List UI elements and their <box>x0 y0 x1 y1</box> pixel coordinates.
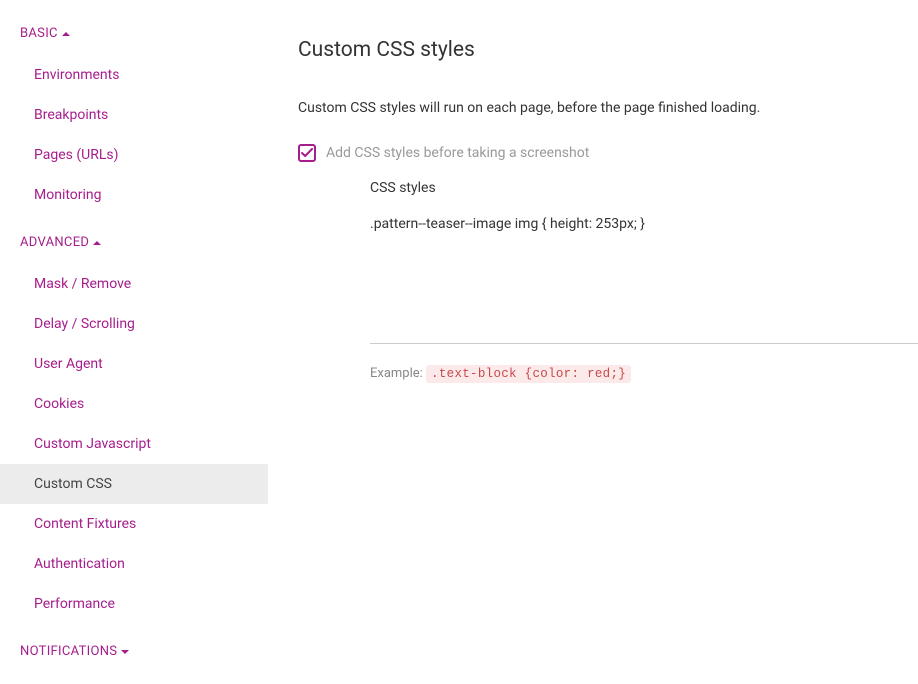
sidebar-item-label: Custom CSS <box>34 476 112 492</box>
sidebar-item-authentication[interactable]: Authentication <box>0 544 268 584</box>
sidebar-item-content-fixtures[interactable]: Content Fixtures <box>0 504 268 544</box>
sidebar-item-mask-remove[interactable]: Mask / Remove <box>0 264 268 304</box>
checkbox-label: Add CSS styles before taking a screensho… <box>326 145 589 161</box>
sidebar-item-custom-javascript[interactable]: Custom Javascript <box>0 424 268 464</box>
main-content: Custom CSS styles Custom CSS styles will… <box>268 0 918 684</box>
sidebar-item-label: Performance <box>34 596 115 612</box>
sidebar-item-monitoring[interactable]: Monitoring <box>0 175 268 215</box>
example-prefix: Example: <box>370 366 426 381</box>
nav-list-basic: Environments Breakpoints Pages (URLs) Mo… <box>0 49 268 227</box>
sidebar-item-label: Environments <box>34 67 119 83</box>
page-title: Custom CSS styles <box>298 38 918 62</box>
field-label: CSS styles <box>370 180 918 196</box>
section-label: ADVANCED <box>20 235 89 250</box>
sidebar-item-label: Mask / Remove <box>34 276 131 292</box>
sidebar-item-user-agent[interactable]: User Agent <box>0 344 268 384</box>
section-label: BASIC <box>20 26 58 41</box>
sidebar-item-cookies[interactable]: Cookies <box>0 384 268 424</box>
sidebar-item-environments[interactable]: Environments <box>0 55 268 95</box>
sidebar-item-custom-css[interactable]: Custom CSS <box>0 464 268 504</box>
css-editor-block: CSS styles Example: .text-block {color: … <box>370 180 918 381</box>
check-icon <box>301 148 313 158</box>
caret-down-icon <box>121 650 129 654</box>
sidebar-item-label: Content Fixtures <box>34 516 136 532</box>
sidebar-item-breakpoints[interactable]: Breakpoints <box>0 95 268 135</box>
section-label: NOTIFICATIONS <box>20 644 117 659</box>
page-description: Custom CSS styles will run on each page,… <box>298 100 918 116</box>
sidebar-item-label: Authentication <box>34 556 125 572</box>
sidebar-item-label: Delay / Scrolling <box>34 316 135 332</box>
nav-list-advanced: Mask / Remove Delay / Scrolling User Age… <box>0 258 268 636</box>
enable-css-checkbox[interactable] <box>298 144 316 162</box>
caret-up-icon <box>62 32 70 36</box>
section-header-notifications[interactable]: NOTIFICATIONS <box>0 636 268 667</box>
section-header-basic[interactable]: BASIC <box>0 18 268 49</box>
section-header-advanced[interactable]: ADVANCED <box>0 227 268 258</box>
sidebar-item-performance[interactable]: Performance <box>0 584 268 624</box>
sidebar-item-label: Custom Javascript <box>34 436 151 452</box>
sidebar-item-pages[interactable]: Pages (URLs) <box>0 135 268 175</box>
sidebar-item-delay-scrolling[interactable]: Delay / Scrolling <box>0 304 268 344</box>
sidebar-item-label: Cookies <box>34 396 84 412</box>
css-textarea[interactable] <box>370 214 918 344</box>
sidebar: BASIC Environments Breakpoints Pages (UR… <box>0 0 268 684</box>
caret-up-icon <box>93 241 101 245</box>
sidebar-item-label: Breakpoints <box>34 107 108 123</box>
example-code: .text-block {color: red;} <box>426 365 631 383</box>
checkbox-row: Add CSS styles before taking a screensho… <box>298 144 918 162</box>
sidebar-item-label: User Agent <box>34 356 103 372</box>
example-row: Example: .text-block {color: red;} <box>370 366 918 381</box>
sidebar-item-label: Pages (URLs) <box>34 147 119 163</box>
sidebar-item-label: Monitoring <box>34 187 102 203</box>
